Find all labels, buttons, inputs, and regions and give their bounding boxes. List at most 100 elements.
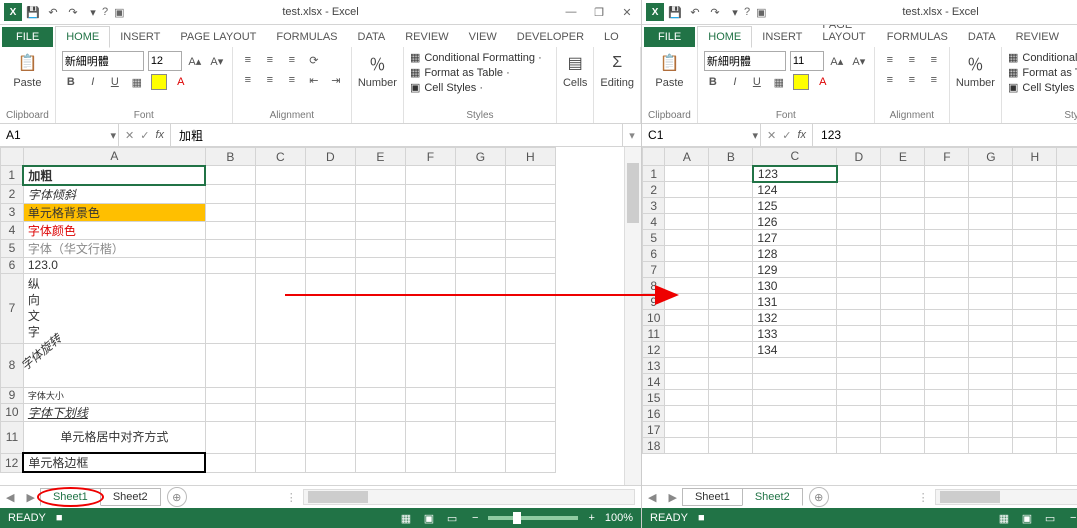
cell[interactable] [355,257,405,273]
cell[interactable] [1057,246,1077,262]
cell[interactable] [1057,438,1077,454]
cell[interactable] [305,453,355,472]
cell[interactable] [709,310,753,326]
tab-insert[interactable]: INSERT [110,27,170,47]
cell[interactable] [709,390,753,406]
cell[interactable] [665,390,709,406]
name-box-dropdown-icon[interactable]: ▾ [110,129,116,142]
name-box-input[interactable] [4,127,88,143]
cell[interactable] [355,273,405,343]
tab-loadtest[interactable]: LO [594,27,629,47]
cell[interactable] [205,421,255,453]
cell[interactable]: 字体旋转 [23,343,205,387]
row-header[interactable]: 11 [1,421,24,453]
font-color-icon[interactable]: A [814,73,832,91]
shrink-font-icon[interactable]: A▾ [850,52,868,70]
cell[interactable] [355,387,405,403]
cell[interactable] [455,203,505,221]
cell[interactable] [205,257,255,273]
cell[interactable] [455,239,505,257]
cell[interactable] [969,406,1013,422]
cell[interactable] [665,406,709,422]
row-header[interactable]: 9 [1,387,24,403]
sheet-tab-sheet2[interactable]: Sheet2 [742,488,803,506]
cell[interactable] [255,453,305,472]
cell[interactable] [505,221,555,239]
qat-dropdown-icon[interactable]: ▾ [84,3,102,21]
horizontal-scrollbar[interactable] [935,489,1077,505]
cell[interactable] [709,166,753,182]
cell[interactable] [969,278,1013,294]
cell[interactable] [205,387,255,403]
cell[interactable] [665,262,709,278]
row-header[interactable]: 2 [643,182,665,198]
view-layout-icon[interactable]: ▣ [1017,512,1037,525]
formula-input[interactable] [819,127,1077,143]
cell[interactable] [709,406,753,422]
cell[interactable] [455,221,505,239]
cell[interactable]: 单元格边框 [23,453,205,472]
view-break-icon[interactable]: ▭ [1040,512,1060,525]
cell[interactable] [925,326,969,342]
cell[interactable] [969,198,1013,214]
row-header[interactable]: 16 [643,406,665,422]
cell[interactable] [505,203,555,221]
cell[interactable] [969,374,1013,390]
save-icon[interactable]: 💾 [666,3,684,21]
cell[interactable] [665,182,709,198]
cell[interactable] [255,387,305,403]
cell[interactable] [753,406,837,422]
cell[interactable] [665,342,709,358]
number-button[interactable]: ％ Number [956,51,995,89]
cell-styles-button[interactable]: ▣Cell Styles · [410,81,550,94]
view-normal-icon[interactable]: ▦ [994,512,1014,525]
fill-color-icon[interactable] [150,73,168,91]
cell[interactable] [1013,374,1057,390]
cell[interactable] [837,342,881,358]
view-normal-icon[interactable]: ▦ [396,512,416,525]
cell[interactable] [1057,310,1077,326]
cell[interactable] [455,273,505,343]
cell[interactable] [969,342,1013,358]
fill-color-icon[interactable] [792,73,810,91]
row-header[interactable]: 17 [643,422,665,438]
cell[interactable] [709,438,753,454]
cell[interactable]: 字体倾斜 [23,185,205,204]
font-size-input[interactable] [148,51,182,71]
align-top-icon[interactable]: ≡ [881,51,899,69]
cell[interactable]: 字体下划线 [23,403,205,421]
cell[interactable]: 单元格背景色 [23,203,205,221]
cell[interactable] [925,422,969,438]
row-header[interactable]: 14 [643,374,665,390]
name-box-dropdown-icon[interactable]: ▾ [753,129,759,142]
row-header[interactable]: 10 [643,310,665,326]
cell[interactable] [665,214,709,230]
cell[interactable] [665,310,709,326]
shrink-font-icon[interactable]: A▾ [208,52,226,70]
indent-inc-icon[interactable]: ⇥ [327,71,345,89]
cell[interactable] [405,387,455,403]
underline-button[interactable]: U [748,73,766,91]
grow-font-icon[interactable]: A▴ [828,52,846,70]
cell[interactable] [709,294,753,310]
cell-styles-button[interactable]: ▣Cell Styles · [1008,81,1077,94]
align-mid-icon[interactable]: ≡ [903,51,921,69]
cell[interactable] [405,221,455,239]
cell[interactable] [881,342,925,358]
tab-review[interactable]: REVIEW [395,27,458,47]
cell[interactable] [405,166,455,185]
cell[interactable] [969,438,1013,454]
cell[interactable] [709,358,753,374]
cell[interactable] [305,203,355,221]
cell[interactable] [925,374,969,390]
undo-icon[interactable]: ↶ [44,3,62,21]
cell[interactable] [1057,198,1077,214]
ribbon-options-icon[interactable]: ▣ [756,6,766,19]
bold-button[interactable]: B [704,73,722,91]
row-header[interactable]: 2 [1,185,24,204]
cell[interactable] [881,166,925,182]
cell[interactable] [665,230,709,246]
cell[interactable] [1057,230,1077,246]
cell[interactable] [969,422,1013,438]
cell[interactable] [1013,326,1057,342]
